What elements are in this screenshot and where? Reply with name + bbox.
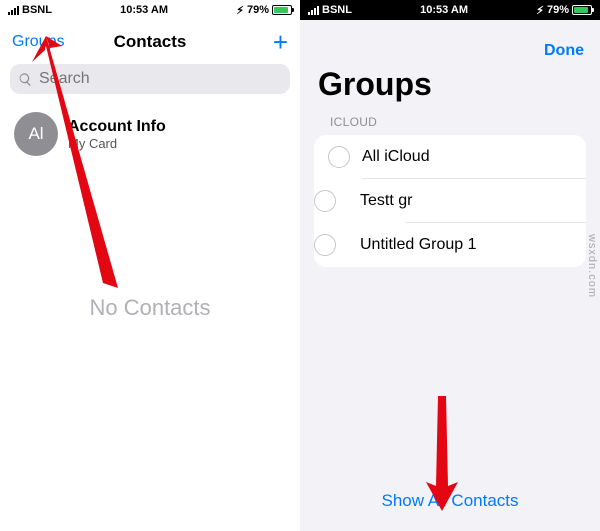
radio-unchecked-icon[interactable] — [328, 146, 350, 168]
battery-icon — [272, 5, 292, 15]
battery-icon — [572, 5, 592, 15]
watermark: wsxdn.com — [586, 233, 598, 297]
done-button[interactable]: Done — [544, 42, 584, 60]
battery-charging-icon: ⚡︎ — [236, 4, 244, 17]
battery-charging-icon: ⚡︎ — [536, 4, 544, 17]
radio-unchecked-icon[interactable] — [314, 234, 336, 256]
battery-percent: 79% — [247, 4, 269, 16]
battery-percent: 79% — [547, 4, 569, 16]
clock-label: 10:53 AM — [120, 4, 168, 16]
list-item[interactable]: All iCloud — [314, 135, 586, 179]
group-label: Untitled Group 1 — [360, 236, 477, 254]
carrier-label: BSNL — [22, 4, 52, 16]
list-item[interactable]: Testt gr — [358, 179, 586, 223]
section-header-icloud: ICLOUD — [300, 115, 600, 135]
status-bar-right: BSNL 10:53 AM ⚡︎ 79% — [300, 0, 600, 20]
carrier-label: BSNL — [322, 4, 352, 16]
signal-icon — [8, 6, 19, 15]
clock-label: 10:53 AM — [420, 4, 468, 16]
contacts-screen: BSNL 10:53 AM ⚡︎ 79% Groups Contacts + A… — [0, 0, 300, 531]
radio-unchecked-icon[interactable] — [314, 190, 336, 212]
list-item[interactable]: Untitled Group 1 — [358, 223, 586, 267]
annotation-arrow-groups — [28, 28, 148, 308]
groups-list: All iCloud Testt gr Untitled Group 1 — [314, 135, 586, 267]
group-label: All iCloud — [362, 148, 430, 166]
status-bar-left: BSNL 10:53 AM ⚡︎ 79% — [0, 0, 300, 20]
annotation-arrow-showall — [412, 386, 472, 516]
groups-title: Groups — [300, 60, 600, 115]
signal-icon — [308, 6, 319, 15]
add-contact-button[interactable]: + — [273, 29, 288, 55]
group-label: Testt gr — [360, 192, 412, 210]
